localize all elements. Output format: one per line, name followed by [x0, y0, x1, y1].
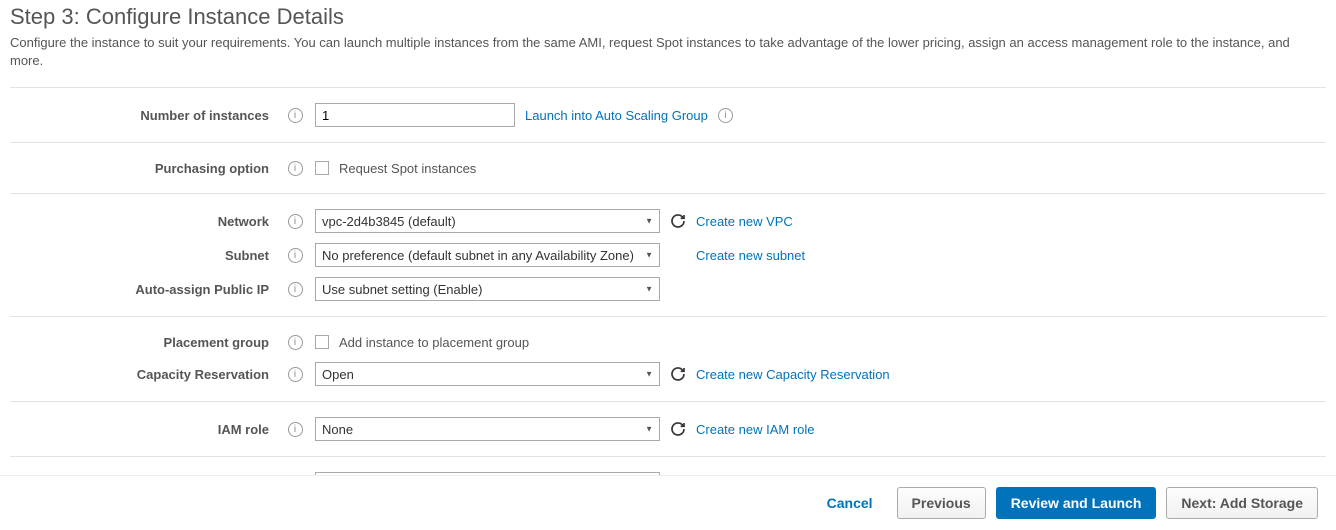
link-auto-scaling[interactable]: Launch into Auto Scaling Group [525, 108, 708, 123]
subnet-select[interactable]: No preference (default subnet in any Ava… [315, 243, 660, 267]
network-select[interactable]: vpc-2d4b3845 (default) [315, 209, 660, 233]
iam-select[interactable]: None [315, 417, 660, 441]
link-create-vpc[interactable]: Create new VPC [696, 214, 793, 229]
info-icon[interactable]: i [718, 108, 733, 123]
refresh-icon[interactable] [670, 366, 686, 382]
info-icon[interactable]: i [288, 367, 303, 382]
info-icon[interactable]: i [288, 214, 303, 229]
spot-checkbox[interactable] [315, 161, 329, 175]
label-subnet: Subnet [10, 248, 275, 263]
num-instances-input[interactable] [315, 103, 515, 127]
placement-chk-label: Add instance to placement group [339, 335, 529, 350]
label-placement: Placement group [10, 335, 275, 350]
block-placement: Placement group i Add instance to placem… [10, 316, 1326, 401]
label-purchasing: Purchasing option [10, 161, 275, 176]
info-icon[interactable]: i [288, 282, 303, 297]
info-icon[interactable]: i [288, 108, 303, 123]
previous-button[interactable]: Previous [897, 487, 986, 519]
capacity-select[interactable]: Open [315, 362, 660, 386]
review-launch-button[interactable]: Review and Launch [996, 487, 1157, 519]
block-iam: IAM role i None Create new IAM role [10, 401, 1326, 456]
info-icon[interactable]: i [288, 422, 303, 437]
label-network: Network [10, 214, 275, 229]
cancel-button[interactable]: Cancel [813, 487, 887, 519]
block-shutdown: Shutdown behavior i Stop [10, 456, 1326, 475]
page-description: Configure the instance to suit your requ… [10, 34, 1310, 69]
info-icon[interactable]: i [288, 161, 303, 176]
info-icon[interactable]: i [288, 335, 303, 350]
next-add-storage-button[interactable]: Next: Add Storage [1166, 487, 1318, 519]
page-title: Step 3: Configure Instance Details [10, 4, 1326, 30]
main-scroll-area[interactable]: Step 3: Configure Instance Details Confi… [0, 0, 1336, 475]
label-num-instances: Number of instances [10, 108, 275, 123]
public-ip-select[interactable]: Use subnet setting (Enable) [315, 277, 660, 301]
spot-label: Request Spot instances [339, 161, 476, 176]
link-create-subnet[interactable]: Create new subnet [696, 248, 805, 263]
block-purchasing: Purchasing option i Request Spot instanc… [10, 142, 1326, 193]
page-root: Step 3: Configure Instance Details Confi… [0, 0, 1336, 530]
label-iam: IAM role [10, 422, 275, 437]
wizard-footer: Cancel Previous Review and Launch Next: … [0, 475, 1336, 530]
placement-checkbox[interactable] [315, 335, 329, 349]
info-icon[interactable]: i [288, 248, 303, 263]
refresh-icon[interactable] [670, 213, 686, 229]
link-create-iam[interactable]: Create new IAM role [696, 422, 815, 437]
refresh-icon[interactable] [670, 421, 686, 437]
link-create-capacity[interactable]: Create new Capacity Reservation [696, 367, 890, 382]
label-public-ip: Auto-assign Public IP [10, 282, 275, 297]
block-instances: Number of instances i Launch into Auto S… [10, 87, 1326, 142]
block-network: Network i vpc-2d4b3845 (default) Create … [10, 193, 1326, 316]
label-capacity: Capacity Reservation [10, 367, 275, 382]
